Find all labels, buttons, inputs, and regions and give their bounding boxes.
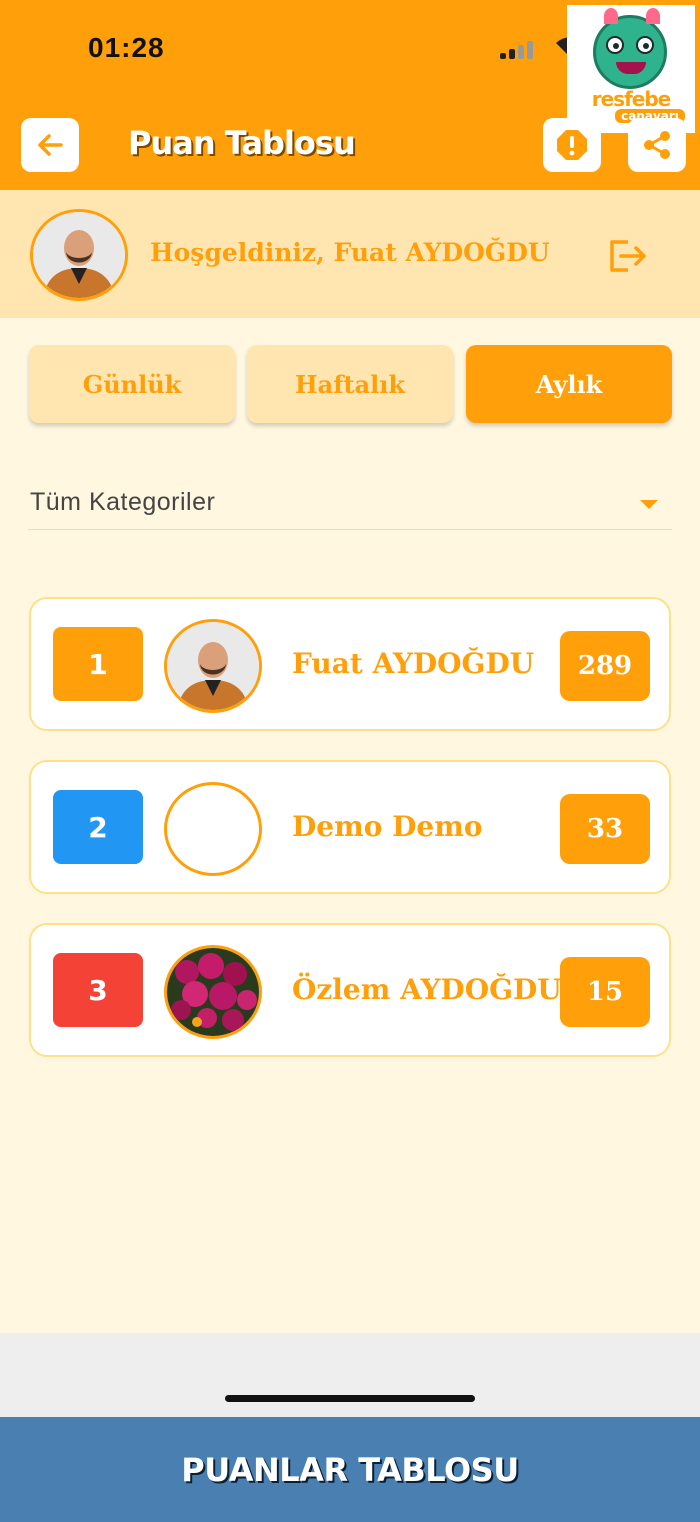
logout-button[interactable]: [606, 236, 648, 276]
logo-text: resfebe: [591, 87, 671, 111]
alert-octagon-icon: [557, 130, 587, 160]
leaderboard-row[interactable]: 3 Özlem AYDOĞDU 15: [29, 923, 671, 1057]
arrow-left-icon: [38, 134, 63, 156]
status-time: 01:28: [88, 32, 165, 63]
category-select[interactable]: Tüm Kategoriler: [28, 478, 672, 530]
player-score: 33: [560, 794, 650, 864]
tab-daily[interactable]: Günlük: [29, 345, 235, 423]
cellular-signal-icon: [500, 39, 540, 59]
leaderboard-row[interactable]: 2 Demo Demo 33: [29, 760, 671, 894]
welcome-text: Hoşgeldiniz, Fuat AYDOĞDU: [150, 238, 550, 267]
page-title: Puan Tablosu: [128, 124, 356, 162]
app-logo: resfebe canavarı: [567, 5, 695, 133]
player-score: 15: [560, 957, 650, 1027]
report-button[interactable]: [543, 118, 601, 172]
tab-monthly[interactable]: Aylık: [466, 345, 672, 423]
player-name: Fuat AYDOĞDU: [292, 647, 535, 680]
back-button[interactable]: [21, 118, 79, 172]
share-button[interactable]: [628, 118, 686, 172]
rank-badge: 2: [53, 790, 143, 864]
monster-logo-icon: [593, 8, 667, 89]
player-avatar-empty: [164, 782, 262, 876]
player-score: 289: [560, 631, 650, 701]
home-indicator: [225, 1395, 475, 1402]
bottom-spacer: [0, 1333, 700, 1417]
player-name: Özlem AYDOĞDU: [292, 973, 562, 1006]
leaderboard-row[interactable]: 1 Fuat AYDOĞDU 289: [29, 597, 671, 731]
logout-icon: [610, 240, 646, 272]
rank-badge: 1: [53, 627, 143, 701]
player-avatar: [164, 945, 262, 1039]
rank-badge: 3: [53, 953, 143, 1027]
user-avatar[interactable]: [30, 209, 128, 301]
player-avatar: [164, 619, 262, 713]
share-icon: [644, 131, 670, 159]
tab-weekly[interactable]: Haftalık: [247, 345, 453, 423]
player-name: Demo Demo: [292, 810, 483, 843]
scores-table-button[interactable]: PUANLAR TABLOSU: [0, 1417, 700, 1522]
caret-down-icon: [640, 500, 658, 509]
category-select-value: Tüm Kategoriler: [30, 488, 216, 516]
